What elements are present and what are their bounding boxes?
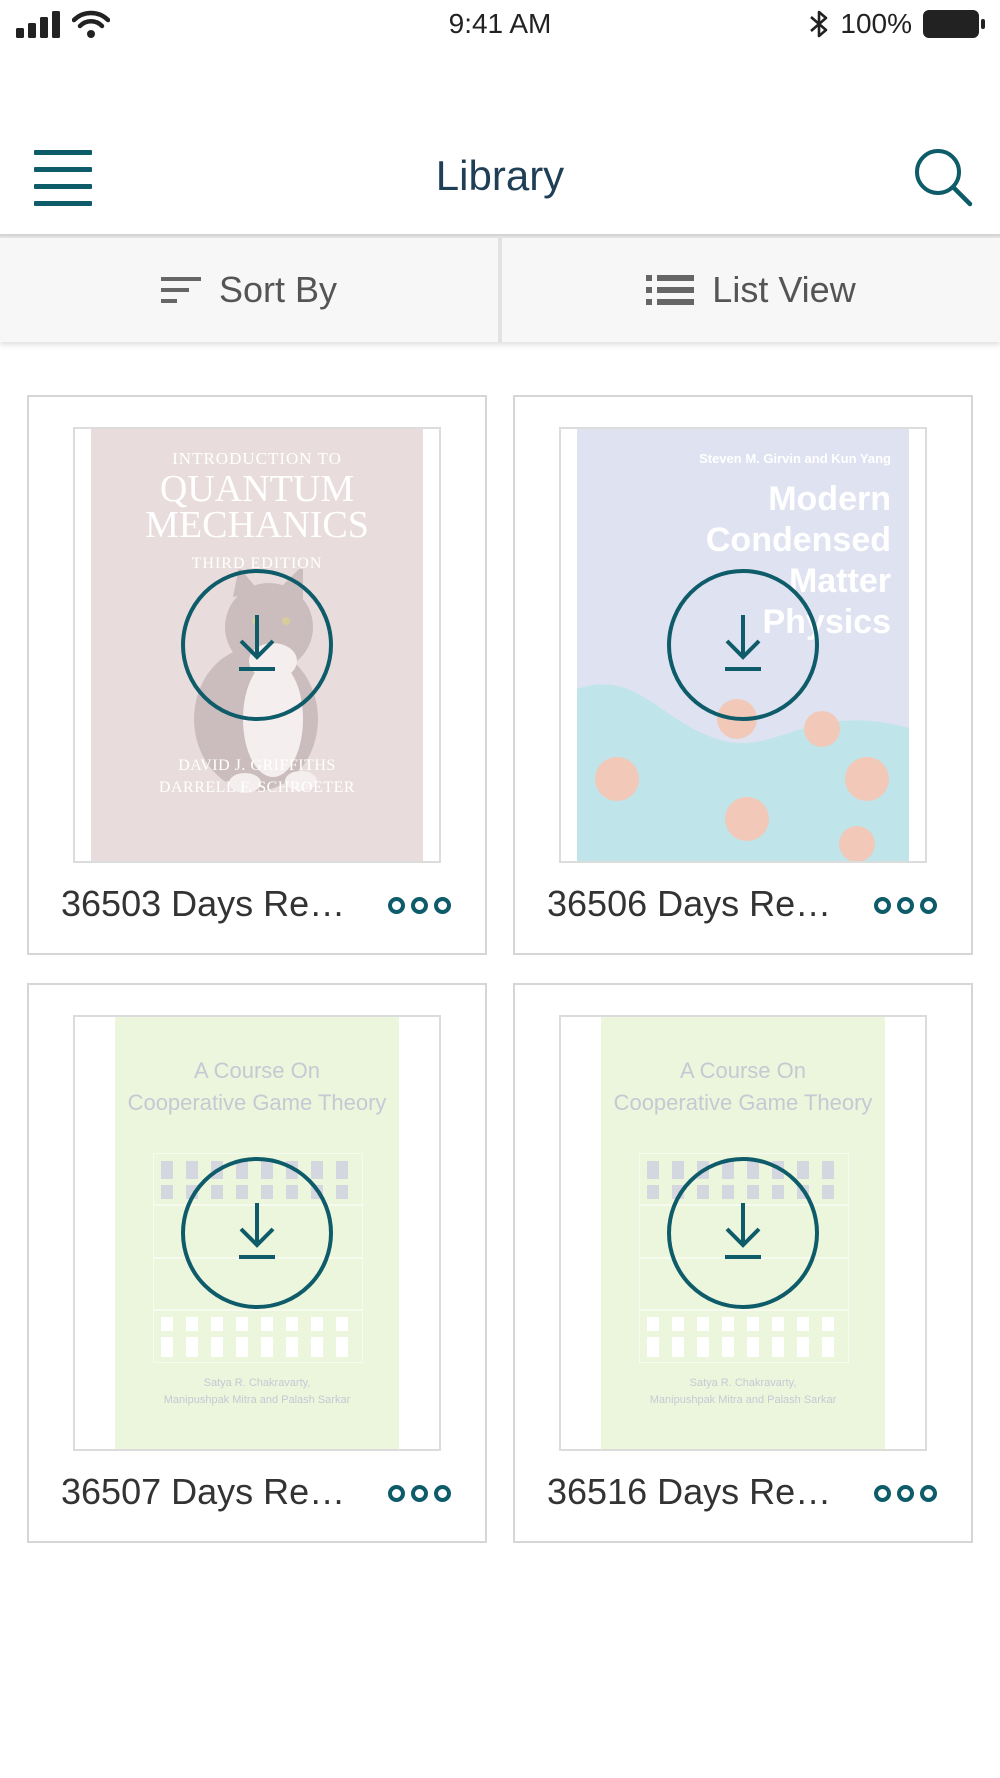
list-view-label: List View xyxy=(712,269,856,310)
book-cover[interactable]: A Course On Cooperative Game Theory Saty… xyxy=(559,1015,927,1451)
cover-authors: Satya R. Chakravarty, Manipushpak Mitra … xyxy=(163,1377,351,1406)
book-card[interactable]: INTRODUCTION TO QUANTUM MECHANICS THIRD … xyxy=(27,395,487,955)
status-bar: 9:41 AM 100% xyxy=(0,0,1000,52)
bluetooth-icon xyxy=(810,10,828,38)
book-title: 36516 Days Re… xyxy=(547,1471,832,1512)
book-title: 36503 Days Re… xyxy=(61,883,346,924)
cover-top-text: INTRODUCTION TO xyxy=(172,449,342,468)
download-button[interactable] xyxy=(181,1157,333,1309)
download-button[interactable] xyxy=(181,569,333,721)
download-icon xyxy=(725,1203,761,1259)
more-options-icon[interactable] xyxy=(388,1485,451,1502)
cover-title: QUANTUM MECHANICS xyxy=(145,468,369,546)
download-button[interactable] xyxy=(667,1157,819,1309)
book-title: 36506 Days Re… xyxy=(547,883,832,924)
cover-authors: DAVID J. GRIFFITHS DARRELL F. SCHROETER xyxy=(158,757,356,796)
battery-icon xyxy=(923,10,985,38)
book-grid: INTRODUCTION TO QUANTUM MECHANICS THIRD … xyxy=(27,395,973,1543)
page-title: Library xyxy=(435,152,565,199)
download-button[interactable] xyxy=(667,569,819,721)
toolbar: Sort By List View xyxy=(0,236,1000,342)
book-card[interactable]: Steven M. Girvin and Kun Yang Modern Con… xyxy=(513,395,973,955)
battery-percent: 100% xyxy=(840,8,912,39)
more-options-icon[interactable] xyxy=(874,1485,937,1502)
download-icon xyxy=(725,615,761,671)
cover-title: A Course On Cooperative Game Theory xyxy=(127,1058,387,1115)
book-card[interactable]: A Course On Cooperative Game Theory Saty… xyxy=(513,983,973,1543)
download-icon xyxy=(239,1203,275,1259)
download-icon xyxy=(239,615,275,671)
more-options-icon[interactable] xyxy=(874,897,937,914)
cover-title: A Course On Cooperative Game Theory xyxy=(613,1058,873,1115)
sort-by-button[interactable]: Sort By xyxy=(0,236,502,342)
book-title: 36507 Days Re… xyxy=(61,1471,346,1512)
more-options-icon[interactable] xyxy=(388,897,451,914)
status-right: 100% xyxy=(808,8,986,40)
list-view-icon xyxy=(646,275,695,305)
book-card[interactable]: A Course On Cooperative Game Theory Saty… xyxy=(27,983,487,1543)
sort-icon xyxy=(160,277,201,303)
book-cover[interactable]: A Course On Cooperative Game Theory Saty… xyxy=(73,1015,441,1451)
book-cover[interactable]: INTRODUCTION TO QUANTUM MECHANICS THIRD … xyxy=(73,427,441,863)
app-header: Library xyxy=(0,118,1000,236)
cover-top-text: Steven M. Girvin and Kun Yang xyxy=(699,451,891,466)
book-cover[interactable]: Steven M. Girvin and Kun Yang Modern Con… xyxy=(559,427,927,863)
cover-authors: Satya R. Chakravarty, Manipushpak Mitra … xyxy=(649,1377,837,1406)
sort-by-label: Sort By xyxy=(218,269,338,310)
search-icon[interactable] xyxy=(912,146,974,208)
list-view-button[interactable]: List View xyxy=(502,236,1000,342)
